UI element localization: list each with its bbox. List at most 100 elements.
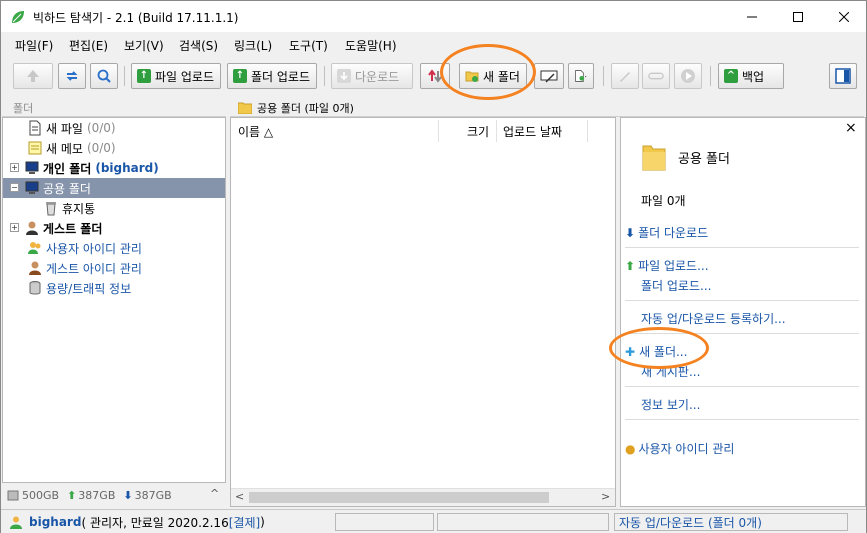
tree-item-capacity-traffic[interactable]: 용량/트래픽 정보	[3, 278, 225, 298]
up-down-arrows-icon	[428, 69, 442, 83]
rename-button[interactable]	[534, 63, 564, 89]
menu-help[interactable]: 도움말(H)	[345, 37, 397, 54]
scroll-left-icon[interactable]: <	[235, 490, 244, 503]
database-icon	[29, 281, 41, 295]
view-info-link[interactable]: 정보 보기...	[641, 396, 700, 413]
new-board-link[interactable]: 새 게시판...	[641, 363, 700, 380]
folder-download-link[interactable]: ⬇ 폴더 다운로드	[625, 224, 708, 241]
tree-item-new-memo[interactable]: 새 메모 (0/0)	[3, 138, 225, 158]
download-icon	[337, 69, 351, 83]
file-upload-link[interactable]: ⬆ 파일 업로드...	[625, 257, 709, 274]
play-button[interactable]	[674, 63, 702, 89]
divider	[625, 419, 859, 420]
scroll-right-icon[interactable]: >	[601, 490, 610, 503]
user-id-manage-link[interactable]: ● 사용자 아이디 관리	[625, 440, 734, 457]
panel-toggle-button[interactable]	[829, 63, 857, 89]
column-name[interactable]: 이름 △	[238, 123, 273, 140]
panel-layout-icon	[835, 68, 851, 84]
file-list[interactable]: 이름 △ 크기 업로드 날짜 < >	[230, 117, 616, 507]
download-label: 다운로드	[355, 69, 400, 84]
new-folder-link[interactable]: ✚ 새 폴더...	[625, 343, 687, 360]
expand-icon[interactable]: +	[10, 163, 19, 172]
tree-item-user-id-manage[interactable]: 사용자 아이디 관리	[3, 238, 225, 258]
transfer-button[interactable]	[420, 63, 450, 89]
details-pane: × 공용 폴더 파일 0개 ⬇ 폴더 다운로드 ⬆ 파일 업로드... 폴더 업로드…	[620, 117, 866, 507]
up-button[interactable]	[13, 63, 53, 89]
tree-count: (0/0)	[86, 121, 116, 135]
title-bar: 빅하드 탐색기 - 2.1 (Build 17.11.1.1)	[1, 1, 866, 32]
download-arrow-icon: ⬇	[123, 488, 133, 502]
toolbar-divider	[124, 66, 125, 86]
new-document-icon	[575, 70, 587, 82]
file-upload-label: 파일 업로드	[155, 69, 215, 84]
menu-view[interactable]: 보기(V)	[124, 37, 164, 54]
trash-icon	[46, 202, 56, 216]
tree-count: (0/0)	[86, 141, 116, 155]
close-icon[interactable]: ×	[845, 120, 857, 136]
tree-item-guest-id-manage[interactable]: 게스트 아이디 관리	[3, 258, 225, 278]
tree-label: 새 메모	[46, 141, 83, 156]
close-button[interactable]	[821, 1, 867, 32]
download-button[interactable]: 다운로드	[331, 63, 413, 89]
divider	[625, 247, 859, 248]
auto-register-link[interactable]: 자동 업/다운로드 등록하기...	[641, 310, 786, 327]
new-folder-label: 새 폴더	[483, 69, 520, 84]
large-folder-icon	[642, 145, 666, 171]
link-icon	[648, 72, 664, 80]
scrollbar-thumb[interactable]	[249, 492, 549, 503]
menu-file[interactable]: 파일(F)	[15, 37, 53, 54]
tree-item-personal-folder[interactable]: + 개인 폴더 (bighard)	[3, 158, 225, 178]
user-icon	[10, 516, 22, 529]
search-button[interactable]	[90, 63, 118, 89]
toolbar-divider	[603, 66, 604, 86]
refresh-button[interactable]	[58, 63, 86, 89]
folder-tree: 새 파일 (0/0) 새 메모 (0/0) + 개인 폴더 (bighard) …	[2, 117, 226, 483]
divider	[625, 300, 859, 301]
column-upload-date[interactable]: 업로드 날짜	[503, 123, 562, 140]
rename-icon	[540, 70, 558, 83]
user-status: bighard ( 관리자, 만료일 2020.2.16 [결제] )	[5, 513, 331, 531]
link-button[interactable]	[642, 63, 670, 89]
chevron-up-icon[interactable]: ^	[210, 487, 219, 500]
path-bar: 공용 폴더 (파일 0개)	[230, 97, 864, 117]
plus-icon: ✚	[625, 345, 636, 359]
tree-item-new-file[interactable]: 새 파일 (0/0)	[3, 118, 225, 138]
minimize-icon	[747, 16, 757, 17]
divider	[625, 386, 859, 387]
details-file-count: 파일 0개	[641, 194, 686, 208]
horizontal-scrollbar[interactable]: < >	[231, 488, 615, 506]
menu-search[interactable]: 검색(S)	[179, 37, 218, 54]
maximize-button[interactable]	[775, 1, 821, 32]
maximize-icon	[793, 11, 803, 22]
file-upload-button[interactable]: ↑ 파일 업로드	[131, 63, 221, 89]
folder-upload-link[interactable]: 폴더 업로드...	[641, 277, 711, 294]
collapse-icon[interactable]: −	[10, 183, 19, 192]
expand-icon[interactable]: +	[10, 223, 19, 232]
column-divider[interactable]	[496, 120, 497, 142]
menu-link[interactable]: 링크(L)	[234, 37, 272, 54]
tree-label: 사용자 아이디 관리	[46, 241, 142, 256]
tree-item-guest-folder[interactable]: + 게스트 폴더	[3, 218, 225, 238]
column-divider[interactable]	[587, 120, 588, 142]
upload-icon: ↑	[137, 69, 151, 83]
menu-edit[interactable]: 편집(E)	[69, 37, 108, 54]
folder-upload-button[interactable]: ↑ 폴더 업로드	[227, 63, 317, 89]
minimize-button[interactable]	[729, 1, 775, 32]
column-size[interactable]: 크기	[467, 123, 489, 140]
auto-updown-status[interactable]: 자동 업/다운로드 (폴더 0개)	[614, 513, 848, 531]
divider	[625, 333, 859, 334]
new-item-dropdown[interactable]	[568, 63, 594, 89]
edit-button[interactable]	[611, 63, 639, 89]
guest-icon	[26, 221, 38, 235]
column-divider[interactable]	[438, 120, 439, 142]
tree-label: 공용 폴더	[43, 181, 91, 196]
tree-label: 휴지통	[62, 201, 96, 216]
new-folder-button[interactable]: 새 폴더	[459, 63, 527, 89]
tree-item-trash[interactable]: 휴지통	[3, 198, 225, 218]
details-folder-title: 공용 폴더	[678, 152, 730, 167]
tree-item-shared-folder[interactable]: − 공용 폴더	[3, 178, 225, 198]
backup-button[interactable]: ^ 백업	[718, 63, 784, 89]
payment-link[interactable]: [결제]	[229, 514, 260, 531]
tree-label: 용량/트래픽 정보	[46, 281, 132, 296]
menu-tools[interactable]: 도구(T)	[289, 37, 328, 54]
